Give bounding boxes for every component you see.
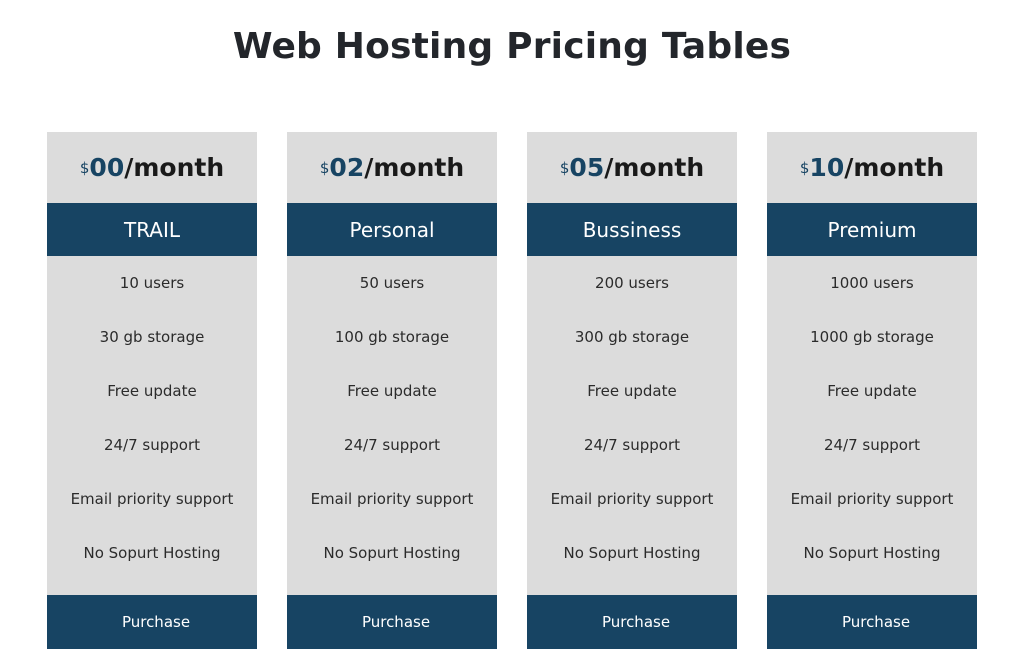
feature-list: 1000 users 1000 gb storage Free update 2… — [767, 256, 977, 580]
plan-name: Premium — [767, 203, 977, 256]
feature-item: 300 gb storage — [574, 328, 690, 346]
price: $10/month — [767, 132, 977, 203]
feature-item: Free update — [107, 382, 197, 400]
feature-item: Free update — [347, 382, 437, 400]
currency-symbol: $ — [799, 158, 810, 177]
feature-item: 1000 users — [830, 274, 914, 292]
price-period: /month — [604, 153, 705, 182]
feature-item: 24/7 support — [103, 436, 201, 454]
plan-name: TRAIL — [47, 203, 257, 256]
pricing-card-business: $05/month Bussiness 200 users 300 gb sto… — [527, 132, 737, 649]
page-title: Web Hosting Pricing Tables — [232, 26, 792, 67]
price-period: /month — [364, 153, 465, 182]
price: $02/month — [287, 132, 497, 203]
feature-item: Email priority support — [550, 490, 714, 508]
pricing-card-personal: $02/month Personal 50 users 100 gb stora… — [287, 132, 497, 649]
pricing-card-premium: $10/month Premium 1000 users 1000 gb sto… — [767, 132, 977, 649]
feature-item: 100 gb storage — [334, 328, 450, 346]
feature-item: Email priority support — [70, 490, 234, 508]
feature-list: 200 users 300 gb storage Free update 24/… — [527, 256, 737, 580]
plan-name: Personal — [287, 203, 497, 256]
feature-item: No Sopurt Hosting — [323, 544, 461, 562]
feature-item: No Sopurt Hosting — [83, 544, 221, 562]
feature-item: 50 users — [359, 274, 425, 292]
feature-item: No Sopurt Hosting — [563, 544, 701, 562]
feature-item: 24/7 support — [583, 436, 681, 454]
feature-item: 30 gb storage — [99, 328, 205, 346]
price-amount: 00 — [89, 153, 125, 182]
feature-item: 10 users — [119, 274, 185, 292]
currency-symbol: $ — [79, 158, 90, 177]
feature-item: 1000 gb storage — [810, 328, 934, 346]
plan-name: Bussiness — [527, 203, 737, 256]
price-amount: 10 — [809, 153, 845, 182]
feature-item: Email priority support — [310, 490, 474, 508]
price: $05/month — [527, 132, 737, 203]
feature-item: No Sopurt Hosting — [803, 544, 941, 562]
feature-item: 200 users — [595, 274, 669, 292]
feature-item: 24/7 support — [823, 436, 921, 454]
purchase-button[interactable]: Purchase — [287, 595, 497, 649]
feature-list: 50 users 100 gb storage Free update 24/7… — [287, 256, 497, 580]
price-amount: 05 — [569, 153, 605, 182]
price-period: /month — [124, 153, 225, 182]
feature-item: 24/7 support — [343, 436, 441, 454]
pricing-card-trail: $00/month TRAIL 10 users 30 gb storage F… — [47, 132, 257, 649]
purchase-button[interactable]: Purchase — [527, 595, 737, 649]
price-amount: 02 — [329, 153, 365, 182]
price-period: /month — [844, 153, 945, 182]
feature-item: Free update — [827, 382, 917, 400]
currency-symbol: $ — [319, 158, 330, 177]
feature-list: 10 users 30 gb storage Free update 24/7 … — [47, 256, 257, 580]
currency-symbol: $ — [559, 158, 570, 177]
purchase-button[interactable]: Purchase — [47, 595, 257, 649]
price: $00/month — [47, 132, 257, 203]
feature-item: Email priority support — [790, 490, 954, 508]
purchase-button[interactable]: Purchase — [767, 595, 977, 649]
feature-item: Free update — [587, 382, 677, 400]
